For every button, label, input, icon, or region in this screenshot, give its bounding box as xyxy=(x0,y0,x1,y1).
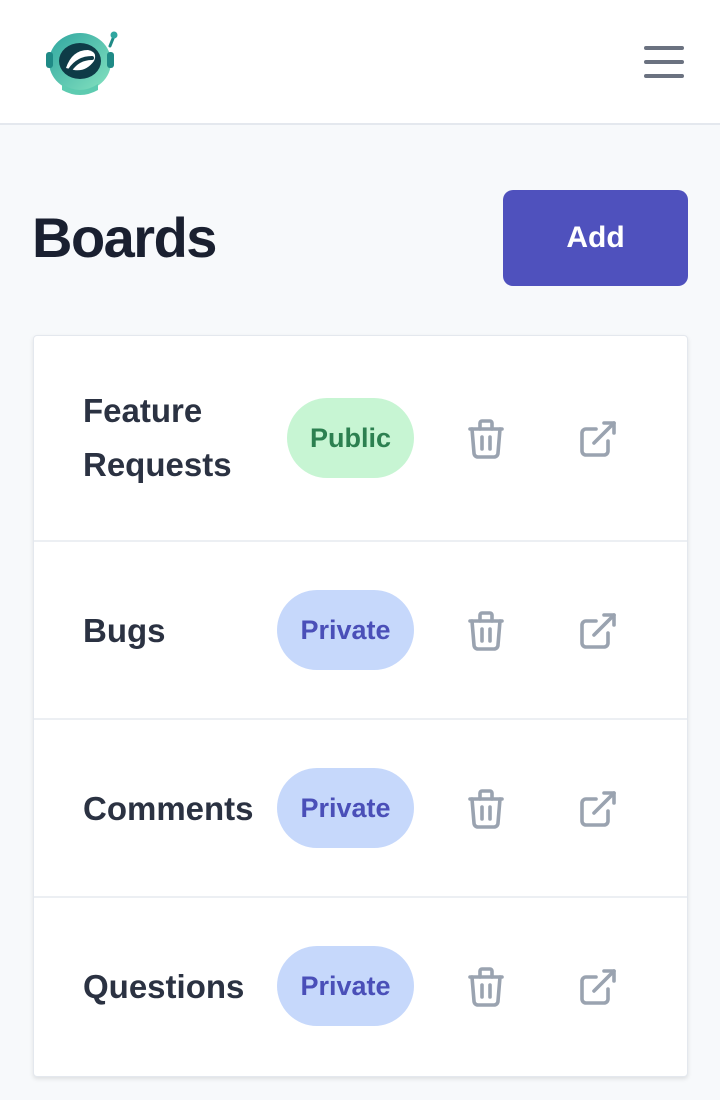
visibility-badge: Private xyxy=(277,590,414,670)
menu-line xyxy=(644,60,684,64)
menu-line xyxy=(644,74,684,78)
delete-board-button[interactable] xyxy=(462,963,510,1011)
open-board-button[interactable] xyxy=(574,607,622,655)
logo-icon xyxy=(46,31,118,95)
open-board-button[interactable] xyxy=(574,415,622,463)
board-name[interactable]: Comments xyxy=(83,782,283,836)
board-list: Feature Requests Public Bugs Private Com… xyxy=(33,335,688,1077)
board-name[interactable]: Feature Requests xyxy=(83,384,283,492)
hamburger-menu-button[interactable] xyxy=(640,40,688,84)
trash-icon xyxy=(468,967,504,1007)
external-link-icon xyxy=(580,421,616,457)
visibility-badge: Private xyxy=(277,768,414,848)
delete-board-button[interactable] xyxy=(462,607,510,655)
open-board-button[interactable] xyxy=(574,785,622,833)
app-header xyxy=(0,0,720,125)
board-row-feature-requests: Feature Requests Public xyxy=(34,336,687,542)
trash-icon xyxy=(468,789,504,829)
board-name[interactable]: Bugs xyxy=(83,604,283,658)
board-row-bugs: Bugs Private xyxy=(34,542,687,720)
external-link-icon xyxy=(580,791,616,827)
add-board-button[interactable]: Add xyxy=(503,190,688,286)
external-link-icon xyxy=(580,613,616,649)
board-name[interactable]: Questions xyxy=(83,960,283,1014)
page-title: Boards xyxy=(32,206,217,269)
trash-icon xyxy=(468,419,504,459)
trash-icon xyxy=(468,611,504,651)
hamburger-menu-icon xyxy=(644,46,684,50)
astronaut-helmet-logo[interactable] xyxy=(42,28,120,98)
open-board-button[interactable] xyxy=(574,963,622,1011)
visibility-badge: Public xyxy=(287,398,414,478)
delete-board-button[interactable] xyxy=(462,785,510,833)
board-row-comments: Comments Private xyxy=(34,720,687,898)
external-link-icon xyxy=(580,969,616,1005)
board-row-questions: Questions Private xyxy=(34,898,687,1076)
delete-board-button[interactable] xyxy=(462,415,510,463)
visibility-badge: Private xyxy=(277,946,414,1026)
